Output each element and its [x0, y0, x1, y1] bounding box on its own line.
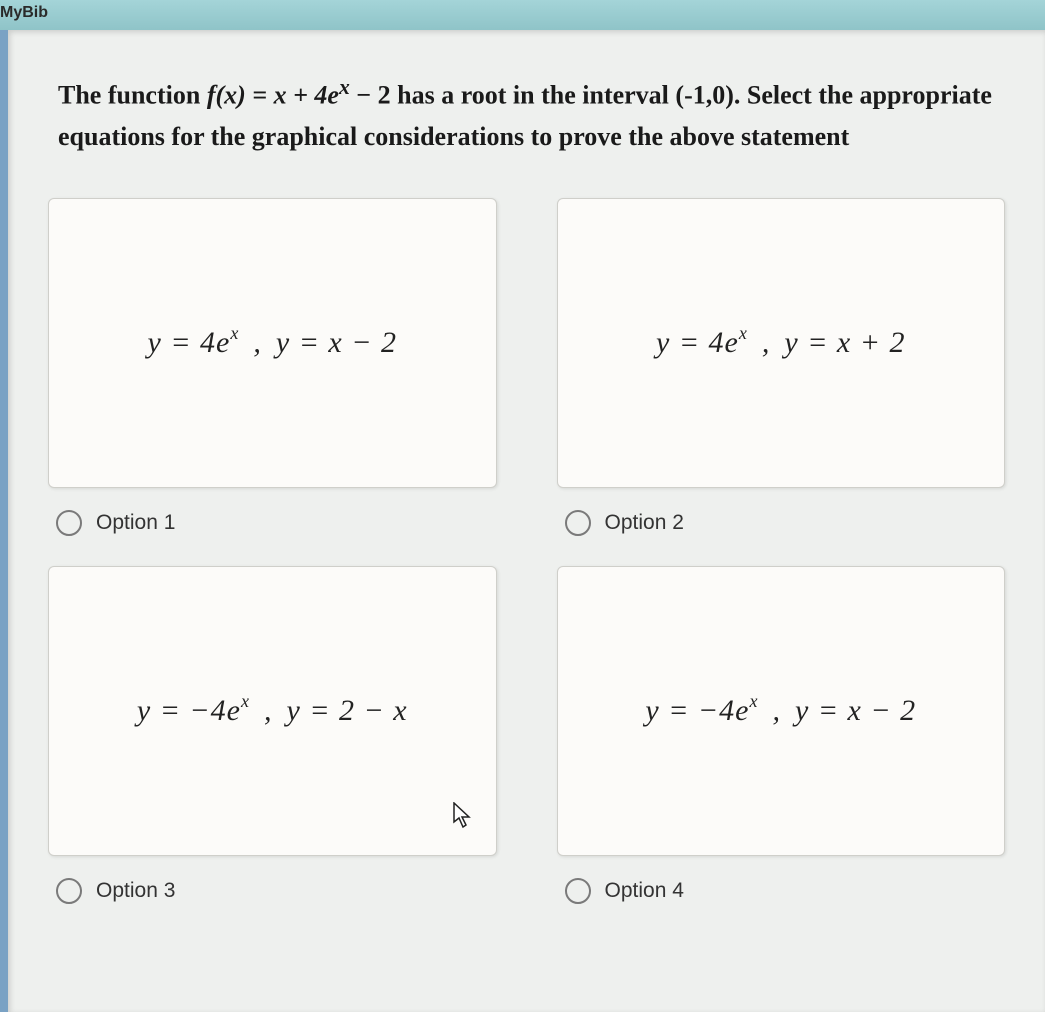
top-bar-title: MyBib [0, 4, 48, 21]
option-label-row[interactable]: Option 2 [557, 510, 1006, 536]
question-text: The function f(x) = x + 4ex − 2 has a ro… [48, 70, 1005, 158]
option-label: Option 4 [605, 879, 684, 903]
option-label-row[interactable]: Option 1 [48, 510, 497, 536]
eq-sep: , [264, 694, 273, 727]
radio-option-2[interactable] [565, 510, 591, 536]
radio-option-1[interactable] [56, 510, 82, 536]
page-body: The function f(x) = x + 4ex − 2 has a ro… [8, 30, 1045, 1012]
question-prefix: The function [58, 81, 207, 110]
eq-sep: , [253, 326, 262, 359]
eq1-lhs: y = 4e [148, 326, 231, 359]
question-func-exp: x [339, 75, 350, 99]
eq-sep: , [762, 326, 771, 359]
top-bar: MyBib [0, 0, 1045, 30]
question-func-label: f(x) [207, 81, 246, 110]
option-equations: y = 4ex, y = x − 2 [148, 325, 398, 360]
eq1-exp: x [750, 691, 759, 711]
eq2: y = x − 2 [276, 326, 397, 359]
question-func-body: = x + 4e [246, 81, 339, 110]
eq2: y = 2 − x [287, 694, 408, 727]
eq1-lhs: y = −4e [137, 694, 241, 727]
eq1-lhs: y = 4e [656, 326, 739, 359]
eq1-exp: x [739, 323, 748, 343]
option-card: y = −4ex, y = 2 − x [48, 566, 497, 856]
eq2: y = x − 2 [795, 694, 916, 727]
option-card: y = −4ex, y = x − 2 [557, 566, 1006, 856]
option-equations: y = −4ex, y = 2 − x [137, 693, 408, 728]
option-label-row[interactable]: Option 3 [48, 878, 497, 904]
option-1[interactable]: y = 4ex, y = x − 2 Option 1 [48, 198, 497, 536]
eq1-exp: x [230, 323, 239, 343]
option-label: Option 3 [96, 879, 175, 903]
option-card: y = 4ex, y = x + 2 [557, 198, 1006, 488]
option-equations: y = −4ex, y = x − 2 [645, 693, 916, 728]
eq2: y = x + 2 [784, 326, 905, 359]
eq-sep: , [773, 694, 782, 727]
radio-option-4[interactable] [565, 878, 591, 904]
option-label: Option 1 [96, 511, 175, 535]
option-equations: y = 4ex, y = x + 2 [656, 325, 906, 360]
option-4[interactable]: y = −4ex, y = x − 2 Option 4 [557, 566, 1006, 904]
options-grid: y = 4ex,y = x − 2 Option 1 y = 4ex,y = x… [48, 198, 1005, 904]
option-card: y = 4ex, y = x − 2 [48, 198, 497, 488]
option-2[interactable]: y = 4ex, y = x + 2 Option 2 [557, 198, 1006, 536]
option-label: Option 2 [605, 511, 684, 535]
option-label-row[interactable]: Option 4 [557, 878, 1006, 904]
option-3[interactable]: y = −4ex, y = 2 − x Option 3 [48, 566, 497, 904]
eq1-exp: x [241, 691, 250, 711]
eq1-lhs: y = −4e [645, 694, 749, 727]
radio-option-3[interactable] [56, 878, 82, 904]
cursor-icon [452, 802, 474, 830]
